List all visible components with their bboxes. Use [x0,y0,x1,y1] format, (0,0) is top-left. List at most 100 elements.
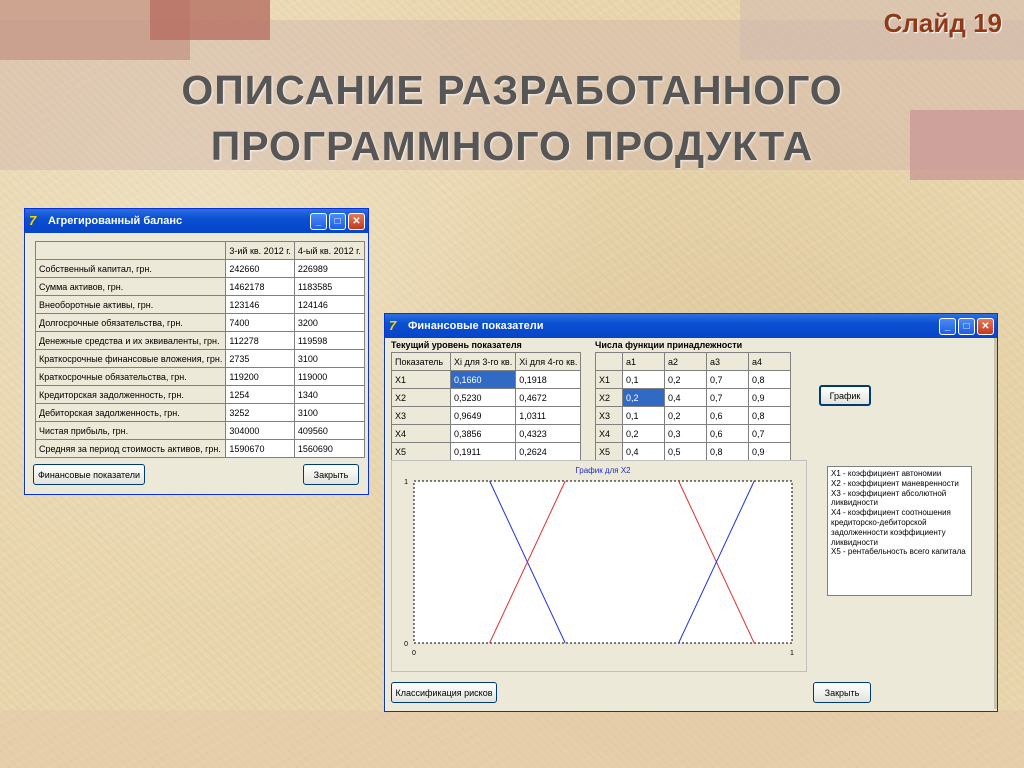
row-label[interactable]: X4 [595,424,623,443]
table-row[interactable]: Кредиторская задолженность, грн. 1254 1340 [34,385,365,404]
membership-table[interactable]: a1 a2 a3 a4 X1 0,1 0,2 0,7 0,8 X2 0,2 0,4 0,7 0,9 X3 0,… [595,352,791,461]
row-label[interactable]: Краткосрочные обязательства, грн. [34,367,227,386]
table-row[interactable]: Дебиторская задолженность, грн. 3252 3100 [34,403,365,422]
table-cell[interactable]: 0,1911 [449,442,517,461]
table-cell[interactable]: 3252 [225,403,295,422]
table-cell[interactable]: 0,4672 [515,388,582,407]
table-cell[interactable]: 304000 [225,421,295,440]
table-cell[interactable]: 1340 [293,385,365,404]
row-label[interactable]: X5 [391,442,451,461]
row-label[interactable]: X2 [391,388,451,407]
row-label[interactable]: X5 [595,442,623,461]
maximize-icon[interactable]: □ [329,212,346,230]
row-label[interactable]: Кредиторская задолженность, грн. [34,385,227,404]
table-cell[interactable]: 0,2 [622,424,665,443]
column-header[interactable]: Xi для 3-го кв. [449,352,517,371]
table-cell[interactable]: 0,2 [664,406,707,425]
column-header[interactable] [34,241,227,260]
risk-classification-button[interactable]: Классификация рисков [391,682,497,703]
table-cell[interactable]: 2735 [225,349,295,368]
row-label[interactable]: X2 [595,388,623,407]
close-icon[interactable]: ✕ [977,317,994,335]
table-row[interactable]: X1 0,1 0,2 0,7 0,8 [595,370,791,389]
table-cell[interactable]: 1462178 [225,277,295,296]
table-cell[interactable]: 1560690 [293,439,365,458]
current-level-table[interactable]: Показатель Xi для 3-го кв. Xi для 4-го кв.… [391,352,582,461]
table-cell[interactable]: 0,4 [622,442,665,461]
table-cell[interactable]: 0,2 [664,370,707,389]
table-row[interactable]: Краткосрочные обязательства, грн. 119200 1… [34,367,365,386]
table-cell[interactable]: 0,1 [622,370,665,389]
table-cell[interactable]: 0,9 [748,442,791,461]
table-row[interactable]: Денежные средства и их эквиваленты, грн.… [34,331,365,350]
maximize-icon[interactable]: □ [958,317,975,335]
row-label[interactable]: X1 [391,370,451,389]
table-cell[interactable]: 0,7 [748,424,791,443]
table-cell[interactable]: 0,1918 [515,370,582,389]
column-header[interactable]: 4-ый кв. 2012 г. [293,241,365,260]
table-cell[interactable]: 0,2 [622,388,665,407]
column-header[interactable]: 3-ий кв. 2012 г. [225,241,295,260]
table-cell[interactable]: 0,2624 [515,442,582,461]
table-row[interactable]: Внеоборотные активы, грн. 123146 124146 [34,295,365,314]
table-row[interactable]: Чистая прибыль, грн. 304000 409560 [34,421,365,440]
table-row[interactable]: X1 0,1660 0,1918 [391,370,582,389]
close-button[interactable]: Закрыть [813,682,871,703]
row-label[interactable]: X4 [391,424,451,443]
table-row[interactable]: X2 0,2 0,4 0,7 0,9 [595,388,791,407]
table-cell[interactable]: 409560 [293,421,365,440]
table-cell[interactable]: 0,8 [706,442,749,461]
balance-titlebar[interactable]: 7 Агрегированный баланс _ □ ✕ [25,209,368,233]
table-cell[interactable]: 1183585 [293,277,365,296]
row-label[interactable]: Чистая прибыль, грн. [34,421,227,440]
minimize-icon[interactable]: _ [939,317,956,335]
table-row[interactable]: X3 0,1 0,2 0,6 0,8 [595,406,791,425]
row-label[interactable]: Денежные средства и их эквиваленты, грн. [34,331,227,350]
table-row[interactable]: X2 0,5230 0,4672 [391,388,582,407]
table-cell[interactable]: 0,6 [706,424,749,443]
table-cell[interactable]: 0,9 [748,388,791,407]
table-row[interactable]: X5 0,4 0,5 0,8 0,9 [595,442,791,461]
table-cell[interactable]: 0,6 [706,406,749,425]
row-label[interactable]: Собственный капитал, грн. [34,259,227,278]
table-cell[interactable]: 0,5 [664,442,707,461]
table-cell[interactable]: 3100 [293,403,365,422]
table-cell[interactable]: 0,9649 [449,406,517,425]
table-cell[interactable]: 0,1 [622,406,665,425]
table-cell[interactable]: 1254 [225,385,295,404]
table-cell[interactable]: 0,3 [664,424,707,443]
table-row[interactable]: Долгосрочные обязательства, грн. 7400 3200 [34,313,365,332]
row-label[interactable]: Краткосрочные финансовые вложения, грн. [34,349,227,368]
row-label[interactable]: X3 [595,406,623,425]
table-cell[interactable]: 242660 [225,259,295,278]
table-cell[interactable]: 119000 [293,367,365,386]
column-header[interactable] [595,352,623,371]
table-cell[interactable]: 0,7 [706,370,749,389]
row-label[interactable]: X3 [391,406,451,425]
table-row[interactable]: Краткосрочные финансовые вложения, грн. 2… [34,349,365,368]
table-row[interactable]: X3 0,9649 1,0311 [391,406,582,425]
table-cell[interactable]: 119598 [293,331,365,350]
table-row[interactable]: X4 0,3856 0,4323 [391,424,582,443]
table-cell[interactable]: 0,4 [664,388,707,407]
table-cell[interactable]: 0,7 [706,388,749,407]
table-cell[interactable]: 112278 [225,331,295,350]
table-cell[interactable]: 1590670 [225,439,295,458]
table-cell[interactable]: 0,1660 [449,370,517,389]
table-cell[interactable]: 7400 [225,313,295,332]
column-header[interactable]: a1 [622,352,665,371]
fin-indicators-button[interactable]: Финансовые показатели [33,464,145,485]
table-row[interactable]: X5 0,1911 0,2624 [391,442,582,461]
row-label[interactable]: Долгосрочные обязательства, грн. [34,313,227,332]
table-cell[interactable]: 0,8 [748,406,791,425]
table-cell[interactable]: 3200 [293,313,365,332]
graph-button[interactable]: График [819,385,871,406]
table-cell[interactable]: 3100 [293,349,365,368]
row-label[interactable]: Внеоборотные активы, грн. [34,295,227,314]
table-cell[interactable]: 119200 [225,367,295,386]
column-header[interactable]: a2 [664,352,707,371]
fin-titlebar[interactable]: 7 Финансовые показатели _ □ ✕ [385,314,997,338]
column-header[interactable]: a3 [706,352,749,371]
row-label[interactable]: X1 [595,370,623,389]
table-row[interactable]: Собственный капитал, грн. 242660 226989 [34,259,365,278]
